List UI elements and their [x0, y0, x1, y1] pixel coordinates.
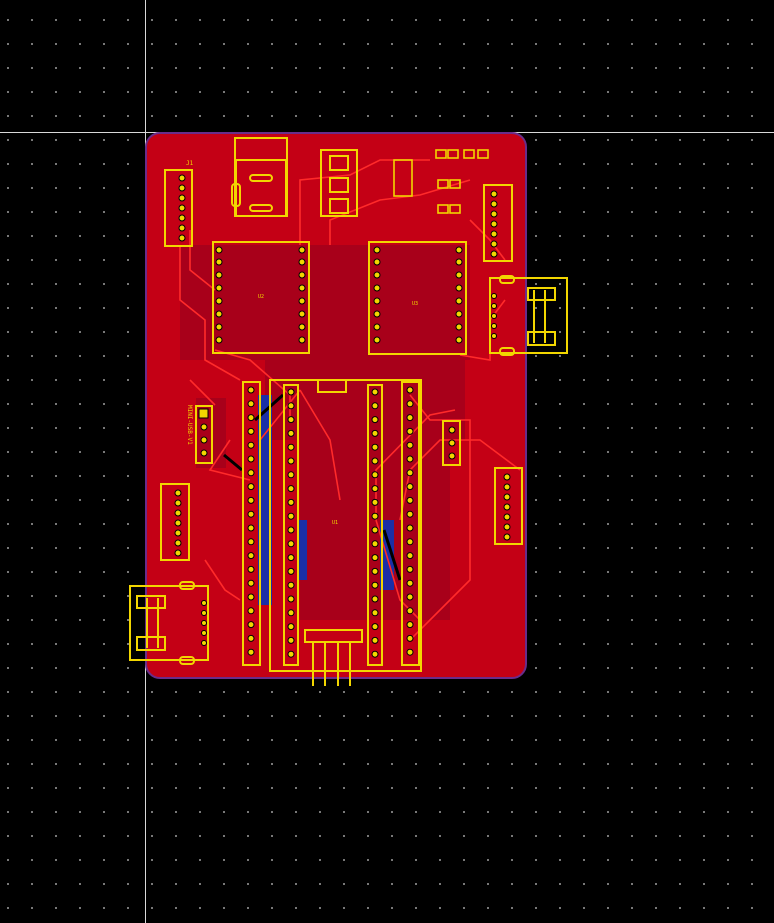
pin-pad[interactable] [406, 483, 414, 491]
pin-pad[interactable] [247, 414, 255, 422]
pin-pad[interactable] [247, 621, 255, 629]
pin-pad[interactable] [287, 554, 295, 562]
pin-pad[interactable] [371, 443, 379, 451]
pin-pad[interactable] [406, 386, 414, 394]
pin-pad[interactable] [287, 388, 295, 396]
pin-pad[interactable] [371, 526, 379, 534]
pin-pad[interactable] [371, 581, 379, 589]
label-rotated: MINI-USB-V1 [186, 405, 193, 445]
pin-pad[interactable] [406, 607, 414, 615]
pin-pad[interactable] [406, 538, 414, 546]
pin-pad[interactable] [287, 485, 295, 493]
pin-pad[interactable] [371, 554, 379, 562]
pin-pad[interactable] [406, 427, 414, 435]
pin-pad[interactable] [406, 469, 414, 477]
pin-pad[interactable] [247, 427, 255, 435]
pin-pad[interactable] [371, 457, 379, 465]
pin-pad[interactable] [247, 483, 255, 491]
pin-pad[interactable] [406, 565, 414, 573]
label-u3: U3 [412, 301, 418, 307]
pin-pad[interactable] [287, 402, 295, 410]
label-u2: U2 [258, 294, 264, 300]
pin-pad[interactable] [247, 469, 255, 477]
pin-pad[interactable] [371, 636, 379, 644]
pin-pad[interactable] [371, 512, 379, 520]
pin-pad[interactable] [371, 609, 379, 617]
pin-pad[interactable] [371, 623, 379, 631]
pin-pad[interactable] [406, 524, 414, 532]
pin-pad[interactable] [371, 485, 379, 493]
pin-pad[interactable] [406, 400, 414, 408]
pin-pad[interactable] [247, 593, 255, 601]
pin-pad[interactable] [287, 581, 295, 589]
pin-pad[interactable] [287, 623, 295, 631]
pin-pad[interactable] [371, 388, 379, 396]
label-u1: U1 [332, 520, 338, 526]
pin-pad[interactable] [406, 414, 414, 422]
pin-pad[interactable] [287, 595, 295, 603]
pin-pad[interactable] [247, 565, 255, 573]
pin-pad[interactable] [247, 510, 255, 518]
pin-pad[interactable] [287, 567, 295, 575]
pin-pad[interactable] [287, 636, 295, 644]
pin-pad[interactable] [247, 579, 255, 587]
pcb-layout[interactable]: J1 U2 U3 MINI-USB-V1 U1 [0, 0, 774, 923]
pin-pad[interactable] [247, 441, 255, 449]
pin-pad[interactable] [406, 510, 414, 518]
pin-pad[interactable] [247, 538, 255, 546]
pin-pad[interactable] [287, 429, 295, 437]
pin-pad[interactable] [371, 498, 379, 506]
label-j1: J1 [186, 160, 194, 167]
pin-pad[interactable] [371, 595, 379, 603]
pin-pad[interactable] [371, 540, 379, 548]
pin-pad[interactable] [371, 429, 379, 437]
pin-pad[interactable] [287, 457, 295, 465]
pin-pad[interactable] [287, 416, 295, 424]
pin-pad[interactable] [247, 496, 255, 504]
pin-pad[interactable] [371, 650, 379, 658]
pin-pad[interactable] [287, 498, 295, 506]
pin-pad[interactable] [371, 402, 379, 410]
pin-pad[interactable] [287, 443, 295, 451]
pin-pad[interactable] [371, 567, 379, 575]
pin-pad[interactable] [406, 634, 414, 642]
pin-pad[interactable] [406, 455, 414, 463]
pin-pad[interactable] [371, 416, 379, 424]
pin-pad[interactable] [247, 400, 255, 408]
pin-pad[interactable] [247, 634, 255, 642]
pin-pad[interactable] [406, 441, 414, 449]
pin-pad[interactable] [371, 471, 379, 479]
pin-pad[interactable] [406, 496, 414, 504]
pin-pad[interactable] [287, 471, 295, 479]
pin-pad[interactable] [247, 455, 255, 463]
pin-pad[interactable] [287, 609, 295, 617]
pin-pad[interactable] [406, 621, 414, 629]
pin-pad[interactable] [287, 540, 295, 548]
pin-pad[interactable] [406, 552, 414, 560]
pin-pad[interactable] [406, 579, 414, 587]
pin-pad[interactable] [247, 524, 255, 532]
pin-pad[interactable] [287, 512, 295, 520]
pin-pad[interactable] [247, 607, 255, 615]
pin-pad[interactable] [287, 650, 295, 658]
pin-pad[interactable] [406, 593, 414, 601]
pin-pad[interactable] [247, 386, 255, 394]
pin-pad[interactable] [247, 552, 255, 560]
pin-pad[interactable] [287, 526, 295, 534]
pin-pad[interactable] [406, 648, 414, 656]
pin-pad[interactable] [247, 648, 255, 656]
